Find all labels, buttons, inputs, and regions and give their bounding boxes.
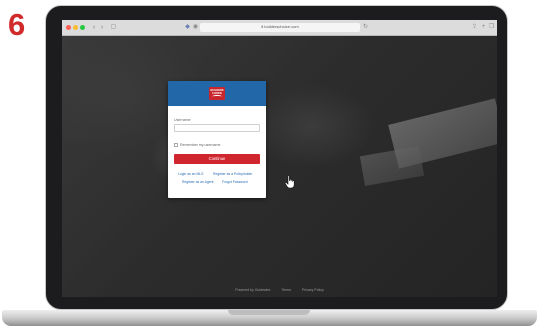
shield-icon[interactable]: ◆ — [184, 24, 191, 31]
privacy-icon[interactable]: ◉ — [192, 24, 199, 31]
minimize-window-button[interactable] — [73, 25, 78, 30]
terms-link[interactable]: Terms — [281, 288, 291, 292]
url-text: fl.builderschoice.com — [261, 24, 299, 29]
username-input[interactable] — [174, 124, 260, 132]
page-footer: Powered by Guidewire Terms Privacy Polic… — [62, 288, 497, 292]
continue-button[interactable]: Continue — [174, 154, 260, 164]
builders-choice-logo: BUILDERS CHOICE — [209, 87, 225, 100]
logo-swoosh-icon — [212, 95, 222, 98]
browser-toolbar: ‹ › ▢ ◆ ◉ fl.builderschoice.com ↻ ⇪ + ❐ — [62, 20, 497, 36]
register-agent-link[interactable]: Register as an Agent — [182, 180, 213, 184]
privacy-policy-link[interactable]: Privacy Policy — [302, 288, 324, 292]
reload-icon[interactable]: ↻ — [362, 24, 369, 31]
maximize-window-button[interactable] — [80, 25, 85, 30]
login-mls-link[interactable]: Login as an MLS — [178, 172, 203, 176]
background-lumber — [359, 146, 425, 186]
new-tab-icon[interactable]: + — [480, 24, 487, 31]
tabs-overview-icon[interactable]: ❐ — [488, 24, 495, 31]
back-icon[interactable]: ‹ — [90, 24, 98, 31]
username-label: Username — [174, 118, 191, 122]
sidebar-icon[interactable]: ▢ — [110, 24, 117, 31]
step-number: 6 — [8, 7, 26, 42]
login-card-header: BUILDERS CHOICE — [168, 81, 266, 106]
remember-username-checkbox[interactable] — [174, 143, 178, 147]
login-card: BUILDERS CHOICE Username Remember my use… — [168, 81, 266, 198]
address-bar[interactable]: fl.builderschoice.com — [200, 23, 360, 32]
powered-by-text: Powered by Guidewire — [235, 288, 271, 292]
forward-icon[interactable]: › — [98, 24, 106, 31]
share-icon[interactable]: ⇪ — [471, 24, 478, 31]
hand-cursor-icon — [284, 175, 295, 189]
laptop-notch — [228, 310, 310, 315]
close-window-button[interactable] — [66, 25, 71, 30]
remember-username-label: Remember my username — [180, 143, 221, 147]
laptop-screen: ‹ › ▢ ◆ ◉ fl.builderschoice.com ↻ ⇪ + ❐ … — [62, 20, 497, 297]
register-policyholder-link[interactable]: Register as a Policyholder — [213, 172, 252, 176]
forgot-password-link[interactable]: Forgot Password — [222, 180, 248, 184]
background-photo — [62, 36, 497, 297]
